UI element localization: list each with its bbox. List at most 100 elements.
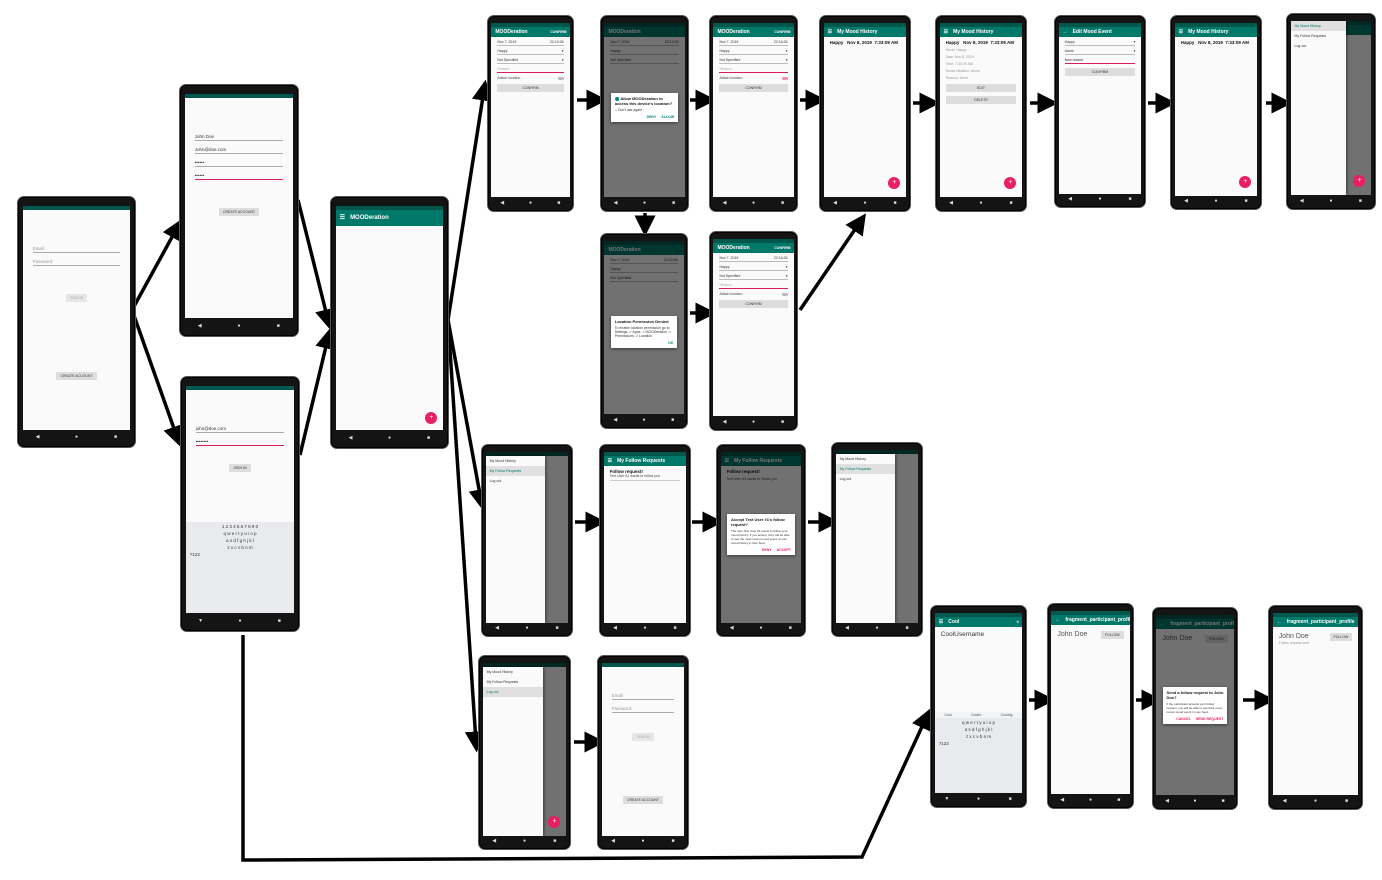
date-time-row[interactable]: Nov 7, 2019 22:16:36	[719, 40, 788, 46]
accept-button[interactable]: ACCEPT	[777, 548, 791, 552]
password-input[interactable]: ••••••••	[195, 439, 285, 446]
reason-input[interactable]: Reason	[719, 283, 788, 289]
confirm-button[interactable]: CONFIRM	[497, 83, 564, 92]
email-input[interactable]: Email	[611, 693, 675, 700]
home-icon[interactable]: ●	[751, 200, 756, 206]
deny-button[interactable]: DENY	[647, 115, 657, 119]
home-icon[interactable]: ●	[875, 625, 880, 631]
confirm-button[interactable]: CONFIRM	[1064, 67, 1136, 76]
sign-in-button[interactable]: SIGN IN	[65, 293, 88, 302]
suggestion-3[interactable]: Cooling	[1001, 713, 1013, 717]
follow-button[interactable]: FOLLOW	[1329, 633, 1353, 642]
add-fab[interactable]: +	[548, 815, 561, 828]
recents-icon[interactable]: ■	[1244, 198, 1249, 204]
suggestion-1[interactable]: Cool	[944, 713, 951, 717]
allow-button[interactable]: ALLOW	[661, 115, 674, 119]
recents-icon[interactable]: ■	[277, 618, 282, 624]
confirm-button[interactable]: CONFIRM	[719, 83, 788, 92]
keyboard-symbol-key[interactable]: ?123	[186, 552, 295, 557]
reason-input[interactable]: Reason	[497, 67, 564, 73]
recents-icon[interactable]: ■	[1116, 797, 1121, 803]
back-arrow-icon[interactable]: ←	[1055, 615, 1060, 625]
create-account-button[interactable]: CREATE ACCOUNT	[218, 207, 260, 216]
back-icon[interactable]: ◀	[1068, 196, 1073, 202]
drawer-item-requests[interactable]: My Follow Requests	[1291, 31, 1346, 41]
home-icon[interactable]: ●	[1328, 198, 1333, 204]
keyboard-row-1[interactable]: q w e r t y u i o p	[935, 720, 1022, 725]
menu-icon[interactable]: ☰	[828, 27, 832, 37]
back-icon[interactable]: ◀	[613, 200, 618, 206]
time-field[interactable]: 22:16:36	[774, 256, 788, 260]
confirm-action[interactable]: CONFIRM	[550, 27, 566, 37]
back-icon[interactable]: ◀	[1060, 797, 1065, 803]
recents-icon[interactable]: ■	[426, 435, 431, 441]
drawer-item-history[interactable]: My Mood History	[836, 454, 896, 464]
home-icon[interactable]: ●	[751, 419, 756, 425]
back-icon[interactable]: ◀	[833, 200, 838, 206]
home-icon[interactable]: ●	[643, 625, 648, 631]
drawer-item-history[interactable]: My Mood History	[483, 667, 543, 677]
create-account-button[interactable]: CREATE ACCOUNT	[56, 371, 97, 380]
recents-icon[interactable]: ■	[556, 200, 561, 206]
back-icon[interactable]: ◀	[722, 419, 727, 425]
sign-in-button[interactable]: SIGN IN	[229, 463, 251, 472]
back-icon[interactable]: ◀	[1282, 798, 1287, 804]
mood-select[interactable]: Happy ▾	[719, 49, 788, 55]
mood-event-row[interactable]: Happy Nov 8, 2019 7:33:09 AM	[946, 40, 1017, 45]
recents-icon[interactable]: ■	[893, 200, 898, 206]
home-icon[interactable]: ●	[641, 417, 646, 423]
situation-select[interactable]: Not Specified ▾	[719, 274, 788, 280]
follow-button[interactable]: FOLLOW	[1100, 631, 1124, 640]
back-arrow-icon[interactable]: ←	[1277, 617, 1282, 627]
keyboard[interactable]: Cool Cooler Cooling q w e r t y u i o p a …	[934, 711, 1023, 793]
add-fab[interactable]: +	[888, 177, 901, 190]
time-field[interactable]: 22:16:36	[774, 40, 788, 44]
back-icon[interactable]: ◀	[495, 625, 500, 631]
password-input[interactable]: ••••••	[194, 160, 284, 167]
home-icon[interactable]: ●	[1088, 797, 1093, 803]
drawer-item-history[interactable]: My Mood History	[1290, 20, 1346, 31]
recents-icon[interactable]: ■	[670, 417, 675, 423]
back-icon[interactable]: ◀	[845, 625, 850, 631]
back-icon[interactable]: ◀	[348, 435, 353, 441]
date-time-row[interactable]: Nov 7, 2019 22:10:06	[497, 40, 564, 46]
home-icon[interactable]: ●	[522, 838, 527, 844]
recents-icon[interactable]: ■	[671, 838, 676, 844]
menu-icon[interactable]: ☰	[1179, 27, 1183, 37]
recents-icon[interactable]: ■	[1128, 196, 1133, 202]
menu-icon[interactable]: ☰	[340, 210, 345, 226]
keyboard[interactable]: 1 2 3 4 5 6 7 8 9 0 q w e r t y u i o p …	[185, 522, 295, 614]
date-field[interactable]: Nov 7, 2019	[497, 40, 516, 44]
home-icon[interactable]: ●	[237, 618, 242, 624]
keyboard-symbol-key[interactable]: ?123	[935, 741, 1022, 746]
home-icon[interactable]: ●	[1214, 198, 1219, 204]
recents-icon[interactable]: ■	[673, 625, 678, 631]
recents-icon[interactable]: ■	[905, 625, 910, 631]
back-icon[interactable]: ◀	[613, 625, 618, 631]
recents-icon[interactable]: ■	[1009, 200, 1014, 206]
menu-icon[interactable]: ☰	[939, 617, 943, 627]
situation-select[interactable]: Not Specified ▾	[719, 58, 788, 64]
home-icon[interactable]: ●	[976, 796, 981, 802]
back-icon[interactable]: ◀	[949, 200, 954, 206]
recents-icon[interactable]: ■	[780, 419, 785, 425]
close-icon[interactable]: ✕	[1016, 617, 1019, 627]
back-arrow-icon[interactable]: ←	[1063, 27, 1068, 37]
home-icon[interactable]: ●	[74, 434, 79, 440]
back-icon[interactable]: ▼	[944, 796, 949, 802]
name-input[interactable]: John Doe	[194, 134, 284, 141]
mood-select[interactable]: Happy ▾	[719, 265, 788, 271]
recents-icon[interactable]: ■	[276, 323, 281, 329]
drawer-item-logout[interactable]: Log out	[836, 474, 896, 484]
password-input[interactable]: Password	[611, 706, 675, 713]
drawer-item-logout[interactable]: Log out	[482, 686, 543, 697]
email-input[interactable]: John@doe.com	[194, 147, 284, 154]
add-fab[interactable]: +	[1239, 175, 1252, 188]
menu-icon[interactable]: ☰	[608, 456, 612, 466]
date-field[interactable]: Nov 7, 2019	[719, 256, 738, 260]
home-icon[interactable]: ●	[525, 625, 530, 631]
keyboard-row-3[interactable]: z x c v b n m	[186, 545, 295, 550]
back-icon[interactable]: ◀	[611, 838, 616, 844]
reason-input[interactable]: Reason	[719, 67, 788, 73]
back-icon[interactable]: ◀	[729, 625, 734, 631]
